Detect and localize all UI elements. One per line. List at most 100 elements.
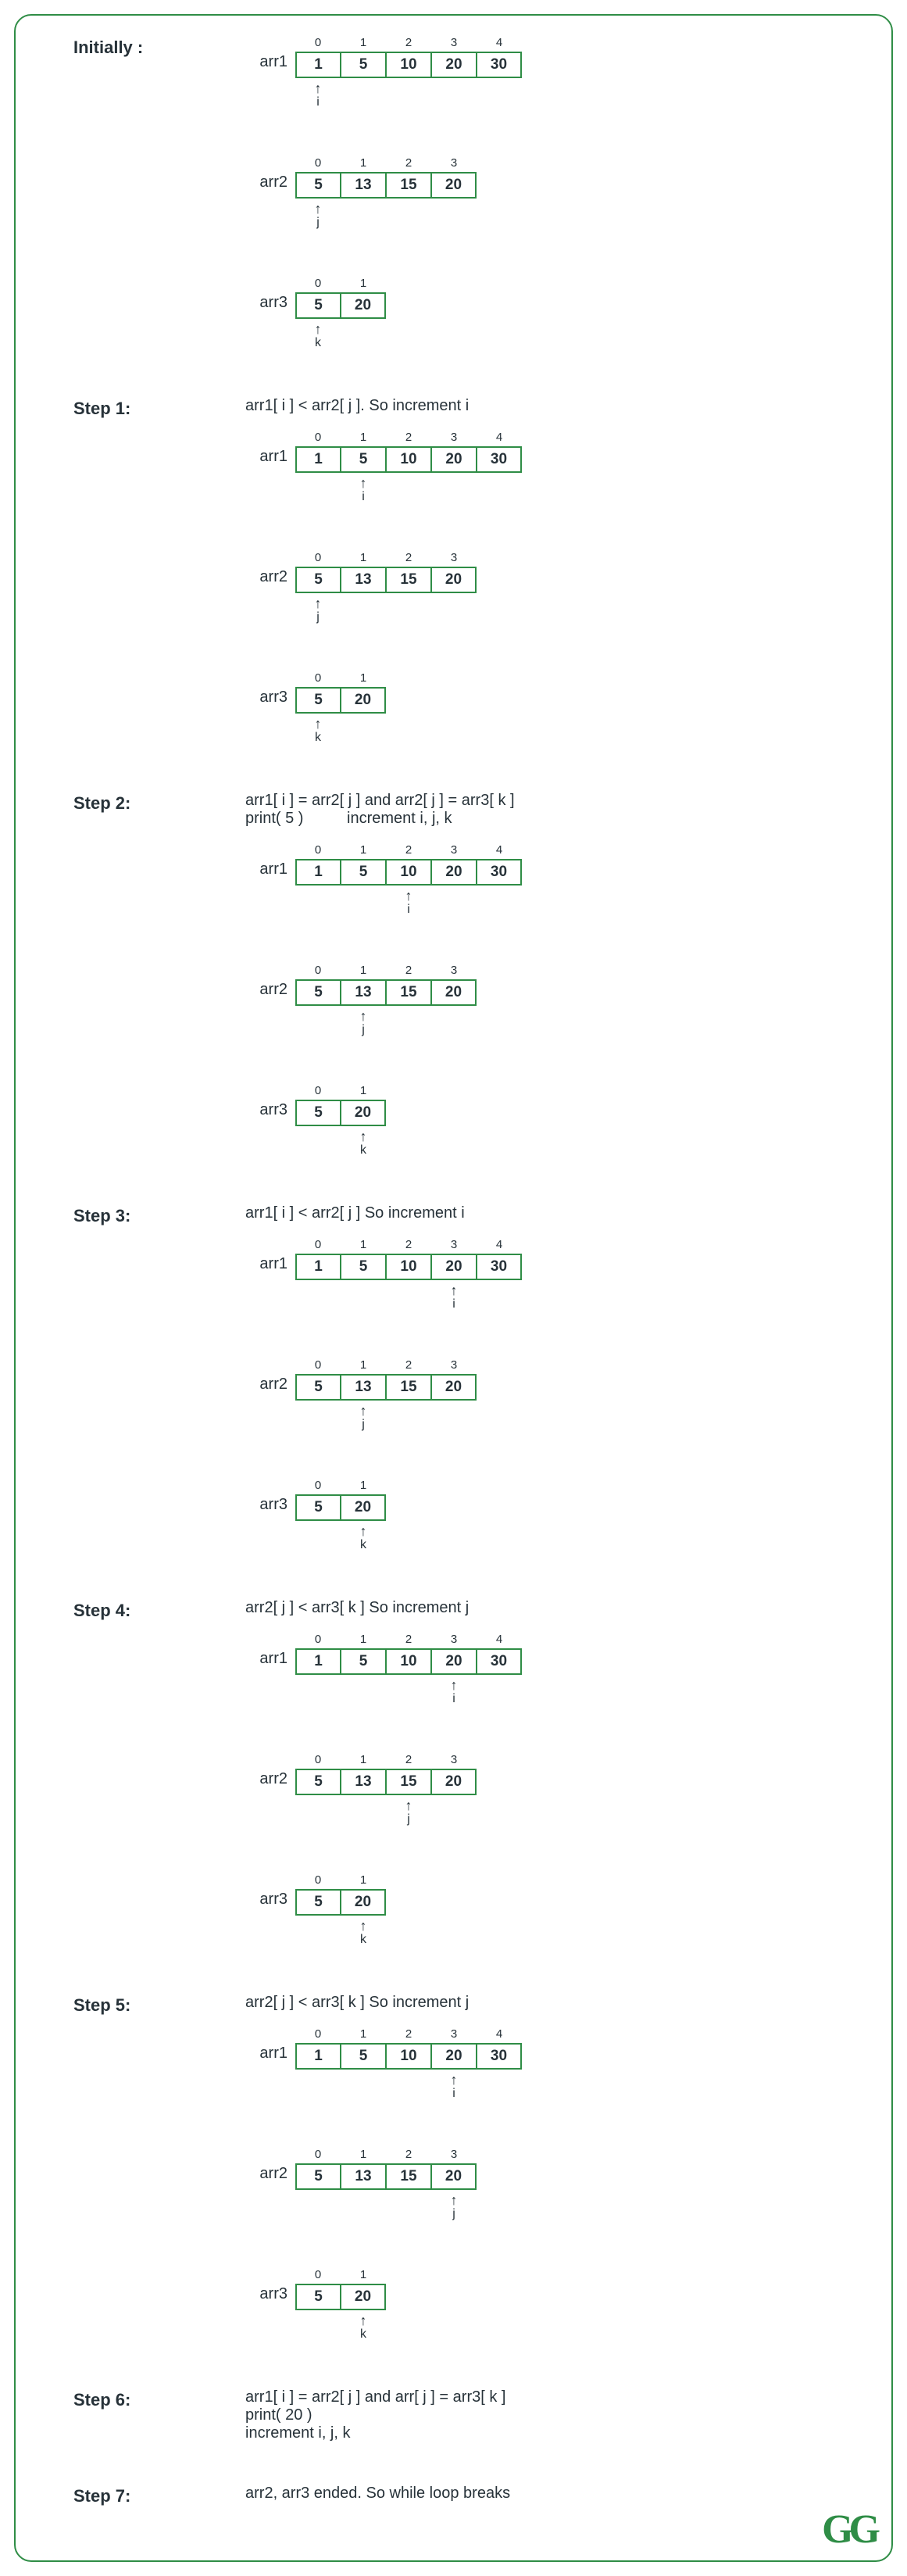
cells-row: 15102030 [295, 859, 522, 886]
array-cell: 20 [431, 52, 477, 78]
index-label: 0 [295, 431, 341, 446]
array-cell: 20 [431, 2163, 477, 2190]
pointer-label: k [360, 1933, 366, 1947]
array-cell: 5 [341, 1254, 386, 1280]
index-label: 0 [295, 2027, 341, 2043]
pointer-slot: ↑k [295, 319, 341, 353]
index-label: 0 [295, 1358, 341, 1374]
pointer-slot [295, 1401, 341, 1435]
array-cell: 1 [295, 859, 341, 886]
array-cell: 15 [386, 172, 431, 199]
up-arrow-icon: ↑ [451, 2193, 458, 2207]
index-label: 2 [386, 551, 431, 567]
array-name: arr2 [245, 551, 295, 586]
up-arrow-icon: ↑ [360, 2313, 367, 2327]
step-body: arr1[ i ] = arr2[ j ] and arr2[ j ] = ar… [245, 792, 888, 1161]
array-cell: 20 [341, 687, 386, 714]
index-label: 0 [295, 671, 341, 687]
array-cell: 10 [386, 1254, 431, 1280]
index-row: 0123 [295, 2148, 477, 2163]
pointer-label: i [452, 2087, 455, 2101]
index-label: 2 [386, 2148, 431, 2163]
pointer-slot [386, 78, 431, 113]
pointer-slot [477, 1280, 522, 1315]
array-cell: 5 [295, 1100, 341, 1126]
array-cell: 30 [477, 446, 522, 473]
cells-wrap: 0123415102030↑i [295, 1633, 522, 1709]
page: { "logo": "GG", "pointer_labels": { "a1"… [0, 0, 907, 2576]
cells-wrap: 01520↑k [295, 1479, 386, 1555]
index-label: 3 [431, 431, 477, 446]
index-row: 01 [295, 1873, 386, 1889]
step-label: Step 3: [73, 1204, 245, 1226]
array-cell: 1 [295, 446, 341, 473]
index-label: 4 [477, 1238, 522, 1254]
pointer-slot [295, 886, 341, 920]
pointer-row: ↑i [295, 2070, 522, 2104]
pointer-slot [341, 593, 386, 628]
cells-row: 5131520 [295, 979, 477, 1006]
pointer-label: k [360, 1538, 366, 1552]
index-label: 1 [341, 1084, 386, 1100]
step-block: Step 2:arr1[ i ] = arr2[ j ] and arr2[ j… [73, 792, 888, 1161]
index-label: 1 [341, 1479, 386, 1494]
index-label: 3 [431, 1753, 477, 1769]
pointer-slot: ↑k [341, 2310, 386, 2345]
index-label: 4 [477, 2027, 522, 2043]
pointer-slot: ↑k [295, 714, 341, 748]
pointer-slot [295, 1795, 341, 1830]
cells-wrap: 01520↑k [295, 671, 386, 748]
index-label: 3 [431, 2148, 477, 2163]
index-label: 3 [431, 156, 477, 172]
pointer-slot [341, 1675, 386, 1709]
index-label: 4 [477, 843, 522, 859]
pointer-slot [386, 473, 431, 507]
index-label: 3 [431, 2027, 477, 2043]
index-label: 0 [295, 2148, 341, 2163]
step-block: Step 1:arr1[ i ] < arr2[ j ]. So increme… [73, 397, 888, 748]
up-arrow-icon: ↑ [360, 1919, 367, 1933]
step-label: Step 4: [73, 1599, 245, 1621]
up-arrow-icon: ↑ [451, 2073, 458, 2087]
array-cell: 20 [431, 1769, 477, 1795]
index-label: 3 [431, 551, 477, 567]
cells-row: 520 [295, 292, 386, 319]
index-label: 3 [431, 843, 477, 859]
array-cell: 30 [477, 859, 522, 886]
array-name: arr1 [245, 1633, 295, 1668]
index-label: 1 [341, 671, 386, 687]
index-label: 2 [386, 1238, 431, 1254]
array-name: arr3 [245, 1479, 295, 1514]
cells-wrap: 01235131520↑j [295, 2148, 477, 2224]
index-label: 0 [295, 1238, 341, 1254]
index-label: 1 [341, 964, 386, 979]
pointer-slot [295, 2190, 341, 2224]
pointer-slot: ↑i [341, 473, 386, 507]
index-label: 0 [295, 36, 341, 52]
pointer-slot [431, 199, 477, 233]
index-row: 0123 [295, 964, 477, 979]
index-label: 3 [431, 1633, 477, 1648]
array-cell: 5 [341, 2043, 386, 2070]
cells-wrap: 0123415102030↑i [295, 1238, 522, 1315]
step-label: Initially : [73, 36, 245, 58]
array-cell: 13 [341, 979, 386, 1006]
pointer-row: ↑k [295, 2310, 386, 2345]
array-row-arr3: arr301520↑k [245, 1479, 888, 1555]
index-row: 01 [295, 1084, 386, 1100]
index-label: 1 [341, 1873, 386, 1889]
pointer-label: j [452, 2207, 455, 2221]
step-body: arr2[ j ] < arr3[ k ] So increment jarr1… [245, 1994, 888, 2345]
array-cell: 20 [431, 979, 477, 1006]
index-label: 2 [386, 156, 431, 172]
array-row-arr3: arr301520↑k [245, 1873, 888, 1950]
index-row: 01 [295, 277, 386, 292]
array-name: arr1 [245, 2027, 295, 2063]
index-label: 1 [341, 2148, 386, 2163]
array-name: arr3 [245, 671, 295, 707]
array-cell: 5 [295, 292, 341, 319]
pointer-slot [386, 1675, 431, 1709]
array-cell: 1 [295, 1648, 341, 1675]
pointer-slot [386, 199, 431, 233]
index-row: 0123 [295, 1358, 477, 1374]
